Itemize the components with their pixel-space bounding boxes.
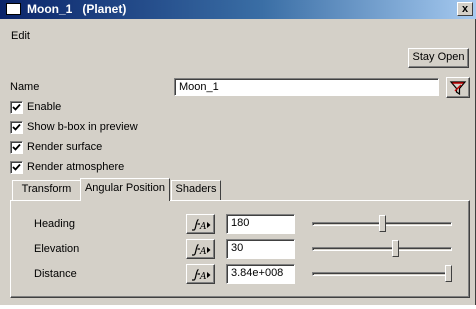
checkmark-icon (12, 163, 21, 171)
heading-slider[interactable] (312, 214, 452, 234)
name-input[interactable]: Moon_1 (174, 78, 439, 96)
checkbox-label: Enable (27, 101, 62, 113)
checkmark-icon (12, 143, 21, 151)
checkbox-label: Render surface (27, 141, 103, 153)
svg-text:A: A (199, 222, 207, 231)
close-button[interactable]: x (457, 2, 473, 16)
elevation-input[interactable]: 30 (226, 239, 295, 259)
distance-label: Distance (34, 268, 77, 280)
distance-slider[interactable] (312, 264, 452, 284)
slider-track (312, 247, 452, 251)
tab-angular-position[interactable]: Angular Position (80, 178, 170, 201)
heading-label: Heading (34, 218, 75, 230)
heading-input[interactable]: 180 (226, 214, 295, 234)
checkbox-box[interactable] (10, 121, 23, 134)
checkbox-box[interactable] (10, 101, 23, 114)
elevation-slider[interactable] (312, 239, 452, 259)
spline-curve-icon: A (192, 268, 211, 281)
filter-button[interactable] (446, 77, 470, 98)
stay-open-button[interactable]: Stay Open (408, 48, 469, 68)
window-title: Moon_1 (Planet) (27, 2, 127, 16)
planet-editor-window: Moon_1 (Planet) x Edit Stay Open Name Mo… (0, 0, 476, 309)
funnel-icon (449, 81, 467, 96)
checkbox-label: Show b-box in preview (27, 121, 138, 133)
slider-thumb[interactable] (392, 240, 399, 257)
tab-transform[interactable]: Transform (12, 180, 81, 200)
checkbox-label: Render atmosphere (27, 161, 125, 173)
stay-open-label: Stay Open (412, 51, 465, 63)
checkbox-box[interactable] (10, 141, 23, 154)
checkbox-box[interactable] (10, 161, 23, 174)
tab-label: Transform (21, 183, 72, 195)
checkmark-icon (12, 103, 21, 111)
svg-text:A: A (199, 247, 207, 256)
elevation-label: Elevation (34, 243, 80, 255)
name-label: Name (10, 81, 40, 93)
tab-shaders[interactable]: Shaders (171, 180, 221, 200)
spline-curve-icon: A (192, 243, 211, 256)
window-icon (6, 3, 21, 15)
elevation-animate-button[interactable]: A (186, 239, 215, 259)
spline-curve-icon: A (192, 218, 211, 231)
window-bottom-edge (0, 305, 476, 309)
checkmark-icon (12, 123, 21, 131)
distance-input[interactable]: 3.84e+008 (226, 264, 295, 284)
tab-label: Angular Position (84, 182, 166, 194)
slider-track (312, 272, 452, 276)
distance-animate-button[interactable]: A (186, 264, 215, 284)
slider-thumb[interactable] (445, 265, 452, 282)
menu-edit[interactable]: Edit (11, 30, 30, 42)
tab-label: Shaders (175, 183, 217, 195)
heading-animate-button[interactable]: A (186, 214, 215, 234)
slider-thumb[interactable] (379, 215, 386, 232)
menu-edit-label: Edit (11, 30, 30, 42)
title-bar[interactable]: Moon_1 (Planet) x (0, 0, 476, 19)
svg-text:A: A (199, 272, 207, 281)
